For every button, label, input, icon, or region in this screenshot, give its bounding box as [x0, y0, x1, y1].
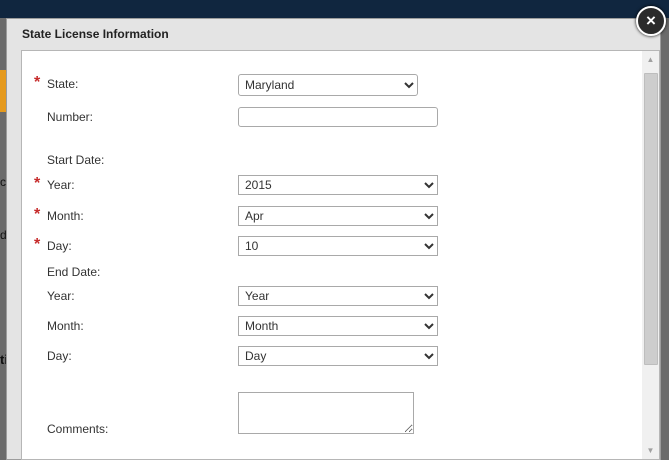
- end-year-select[interactable]: Year: [238, 286, 438, 306]
- modal-content: * State: Maryland Number: Start Date: * …: [21, 50, 660, 460]
- end-date-row: End Date:: [22, 262, 642, 286]
- required-asterisk: *: [34, 206, 41, 223]
- required-asterisk: *: [34, 236, 41, 253]
- end-month-label: Month:: [47, 319, 84, 333]
- start-year-select[interactable]: 2015: [238, 175, 438, 195]
- start-month-row: * Month: Apr: [22, 206, 642, 230]
- number-row: Number:: [22, 107, 642, 131]
- start-year-row: * Year: 2015: [22, 175, 642, 199]
- state-select[interactable]: Maryland: [238, 74, 418, 96]
- start-year-label: Year:: [47, 178, 75, 192]
- license-number-input[interactable]: [238, 107, 438, 127]
- vertical-scrollbar[interactable]: ▲ ▼: [642, 51, 659, 459]
- background-header-bar: [0, 0, 669, 18]
- start-date-heading: Start Date:: [47, 153, 105, 167]
- comments-row: Comments:: [22, 392, 642, 442]
- end-day-select[interactable]: Day: [238, 346, 438, 366]
- required-asterisk: *: [34, 74, 41, 91]
- end-day-row: Day: Day: [22, 346, 642, 370]
- end-day-label: Day:: [47, 349, 72, 363]
- start-day-select[interactable]: 10: [238, 236, 438, 256]
- start-day-label: Day:: [47, 239, 72, 253]
- comments-textarea[interactable]: [238, 392, 414, 434]
- start-day-row: * Day: 10: [22, 236, 642, 260]
- modal-title: State License Information: [22, 27, 169, 41]
- start-month-label: Month:: [47, 209, 84, 223]
- end-month-row: Month: Month: [22, 316, 642, 340]
- state-label: State:: [47, 77, 79, 91]
- scroll-up-arrow-icon[interactable]: ▲: [642, 51, 659, 68]
- required-asterisk: *: [34, 175, 41, 192]
- comments-label: Comments:: [47, 422, 109, 436]
- number-label: Number:: [47, 110, 94, 124]
- scroll-down-arrow-icon[interactable]: ▼: [642, 442, 659, 459]
- state-row: * State: Maryland: [22, 74, 642, 98]
- start-date-row: Start Date:: [22, 150, 642, 174]
- end-year-row: Year: Year: [22, 286, 642, 310]
- state-license-modal: State License Information * State: Maryl…: [6, 18, 661, 460]
- end-year-label: Year:: [47, 289, 75, 303]
- scroll-thumb[interactable]: [644, 73, 658, 365]
- close-icon[interactable]: ×: [636, 6, 666, 36]
- start-month-select[interactable]: Apr: [238, 206, 438, 226]
- end-month-select[interactable]: Month: [238, 316, 438, 336]
- end-date-heading: End Date:: [47, 265, 101, 279]
